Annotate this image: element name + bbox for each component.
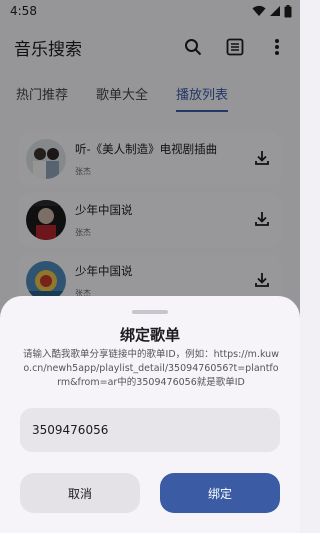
bind-playlist-sheet: 绑定歌单 请输入酷我歌单分享链接中的歌单ID，例如：https://m.kuwo… [0, 296, 300, 533]
dialog-description: 请输入酷我歌单分享链接中的歌单ID，例如：https://m.kuwo.cn/n… [23, 349, 279, 388]
bind-button[interactable]: 绑定 [160, 473, 280, 513]
bind-label: 绑定 [207, 486, 232, 501]
dialog-title: 绑定歌单 [119, 326, 180, 344]
cancel-label: 取消 [67, 486, 92, 501]
drag-handle[interactable] [132, 310, 168, 314]
playlist-id-input[interactable]: 3509476056 [20, 408, 280, 452]
cancel-button[interactable]: 取消 [20, 473, 140, 513]
